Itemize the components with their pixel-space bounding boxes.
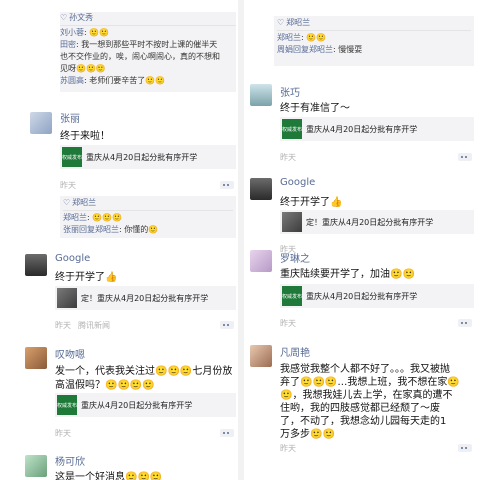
link-card[interactable]: 权威发布 重庆从4月20日起分批有序开学 [280,117,474,141]
comment-text: : 你懂的🙂 [119,225,159,234]
more-actions-button[interactable] [458,319,472,327]
post-time: 昨天 [55,321,71,330]
moments-feed-left: ♡ 孙文秀 刘小蓉: 🙂🙂 田密: 我一想到那些平时不按时上课的催半天 也不交作业… [0,0,238,480]
avatar[interactable] [30,112,52,134]
link-card[interactable]: 权威发布 重庆从4月20日起分批有序开学 [280,284,474,308]
link-title: 重庆从4月20日起分批有序开学 [81,400,193,410]
avatar[interactable] [25,254,47,276]
comment-box: ♡ 郑昭兰 郑昭兰: 🙂🙂 周娟回复郑昭兰: 慢慢耍 [274,16,474,66]
comment-text: : 我一想到那些平时不按时上课的催半天 [76,40,218,49]
link-title: 定！重庆从4月20日起分批有序开学 [81,293,209,303]
comment-text: : 🙂🙂 [84,28,110,37]
post-text: 这是一个好消息🙂🙂🙂 [55,472,163,480]
comment-text: 见呀🙂🙂🙂 [60,64,106,73]
avatar[interactable] [25,455,47,477]
more-actions-button[interactable] [220,429,234,437]
comment-text: 也不交作业的，唉，闹心啊闹心，真的不想和 [60,52,220,61]
comment-item[interactable]: 田密: 我一想到那些平时不按时上课的催半天 [60,39,236,51]
author-name[interactable]: 张巧 [280,84,300,99]
comment-text: : 老师们要辛苦了🙂🙂 [84,76,166,85]
link-card[interactable]: 权威发布 重庆从4月20日起分批有序开学 [60,145,236,169]
comment-author: 张丽回复郑昭兰 [63,225,119,234]
like-name: 孙文秀 [69,13,94,22]
link-card[interactable]: 权威发布 重庆从4月20日起分批有序开学 [55,393,236,417]
author-name[interactable]: 凡周艳 [280,344,310,359]
like-name: 郑昭兰 [286,18,311,27]
comment-author: 郑昭兰 [277,33,301,42]
post-text-line: 发一个，代表我关注过🙂🙂🙂七月份放 [55,366,233,377]
post-text-line: 万多步🙂🙂 [280,429,335,440]
comment-author: 田密 [60,40,76,49]
comment-box: ♡ 孙文秀 刘小蓉: 🙂🙂 田密: 我一想到那些平时不按时上课的催半天 也不交作业… [60,12,236,92]
comment-author: 周娟回复郑昭兰 [277,45,333,54]
avatar[interactable] [25,347,47,369]
like-name: 郑昭兰 [72,198,97,207]
heart-icon: ♡ [60,13,68,22]
author-name[interactable]: 罗琳之 [280,250,310,265]
avatar[interactable] [250,345,272,367]
likes-row[interactable]: ♡ 郑昭兰 [277,17,471,31]
more-actions-button[interactable] [458,444,472,452]
link-title: 重庆从4月20日起分批有序开学 [86,152,198,162]
post-text-line: 高温假吗？🙂🙂🙂🙂 [55,380,155,391]
comment-item[interactable]: 刘小蓉: 🙂🙂 [60,27,236,39]
author-name[interactable]: Google [55,253,90,264]
comment-item[interactable]: 张丽回复郑昭兰: 你懂的🙂 [63,224,233,236]
comment-author: 刘小蓉 [60,28,84,37]
avatar[interactable] [250,250,272,272]
more-actions-button[interactable] [220,321,234,329]
comment-author: 郑昭兰 [63,213,87,222]
comment-box: ♡ 郑昭兰 郑昭兰: 🙂🙂🙂 张丽回复郑昭兰: 你懂的🙂 [60,196,236,238]
likes-row[interactable]: ♡ 郑昭兰 [63,197,233,211]
link-thumbnail: 权威发布 [282,119,302,139]
post-time: 昨天 [280,444,296,453]
link-thumbnail [282,212,302,232]
comment-text: : 🙂🙂🙂 [87,213,123,222]
likes-row[interactable]: ♡ 孙文秀 [60,12,236,26]
author-name[interactable]: 杨可欣 [55,453,85,468]
link-thumbnail: 权威发布 [57,395,77,415]
link-card[interactable]: 定！重庆从4月20日起分批有序开学 [55,286,236,310]
comment-text: : 🙂🙂 [301,33,327,42]
comment-item[interactable]: 郑昭兰: 🙂🙂🙂 [63,212,233,224]
link-thumbnail [57,288,77,308]
post-text: 重庆陆续要开学了，加油🙂🙂 [280,269,415,280]
comment-author: 苏圆高 [60,76,84,85]
post-text: 终于有准信了～ [280,103,350,114]
comment-item[interactable]: 周娟回复郑昭兰: 慢慢耍 [277,44,471,56]
comment-item[interactable]: 苏圆高: 老师们要辛苦了🙂🙂 [60,75,236,87]
author-name[interactable]: 张丽 [60,110,80,125]
link-title: 重庆从4月20日起分批有序开学 [306,124,418,134]
comment-item-cont: 也不交作业的，唉，闹心啊闹心，真的不想和 [60,51,236,63]
post-time: 昨天 [55,429,71,438]
heart-icon: ♡ [277,18,285,27]
post-text: 终于开学了👍 [55,272,118,283]
post-time: 昨天 [60,181,76,190]
author-name[interactable]: Google [280,177,315,188]
author-name[interactable]: 叹吻嗯 [55,346,85,361]
post-time: 昨天 [280,319,296,328]
post-text: 终于来啦！ [60,131,110,142]
link-card[interactable]: 定！重庆从4月20日起分批有序开学 [280,210,474,234]
post-text: 终于开学了👍 [280,197,343,208]
comment-item-cont: 见呀🙂🙂🙂 [60,63,236,75]
moments-feed-right: ♡ 郑昭兰 郑昭兰: 🙂🙂 周娟回复郑昭兰: 慢慢耍 张巧 终于有准信了～ 权威发… [244,0,480,480]
post-time: 昨天 [280,153,296,162]
comment-item[interactable]: 郑昭兰: 🙂🙂 [277,32,471,44]
more-actions-button[interactable] [458,153,472,161]
comment-text: : 慢慢耍 [333,45,363,54]
link-thumbnail: 权威发布 [62,147,82,167]
more-actions-button[interactable] [220,181,234,189]
link-thumbnail: 权威发布 [282,286,302,306]
heart-icon: ♡ [63,198,71,207]
link-title: 重庆从4月20日起分批有序开学 [306,291,418,301]
link-title: 定！重庆从4月20日起分批有序开学 [306,217,434,227]
avatar[interactable] [250,178,272,200]
post-source[interactable]: 腾讯新闻 [78,320,110,331]
avatar[interactable] [250,84,272,106]
